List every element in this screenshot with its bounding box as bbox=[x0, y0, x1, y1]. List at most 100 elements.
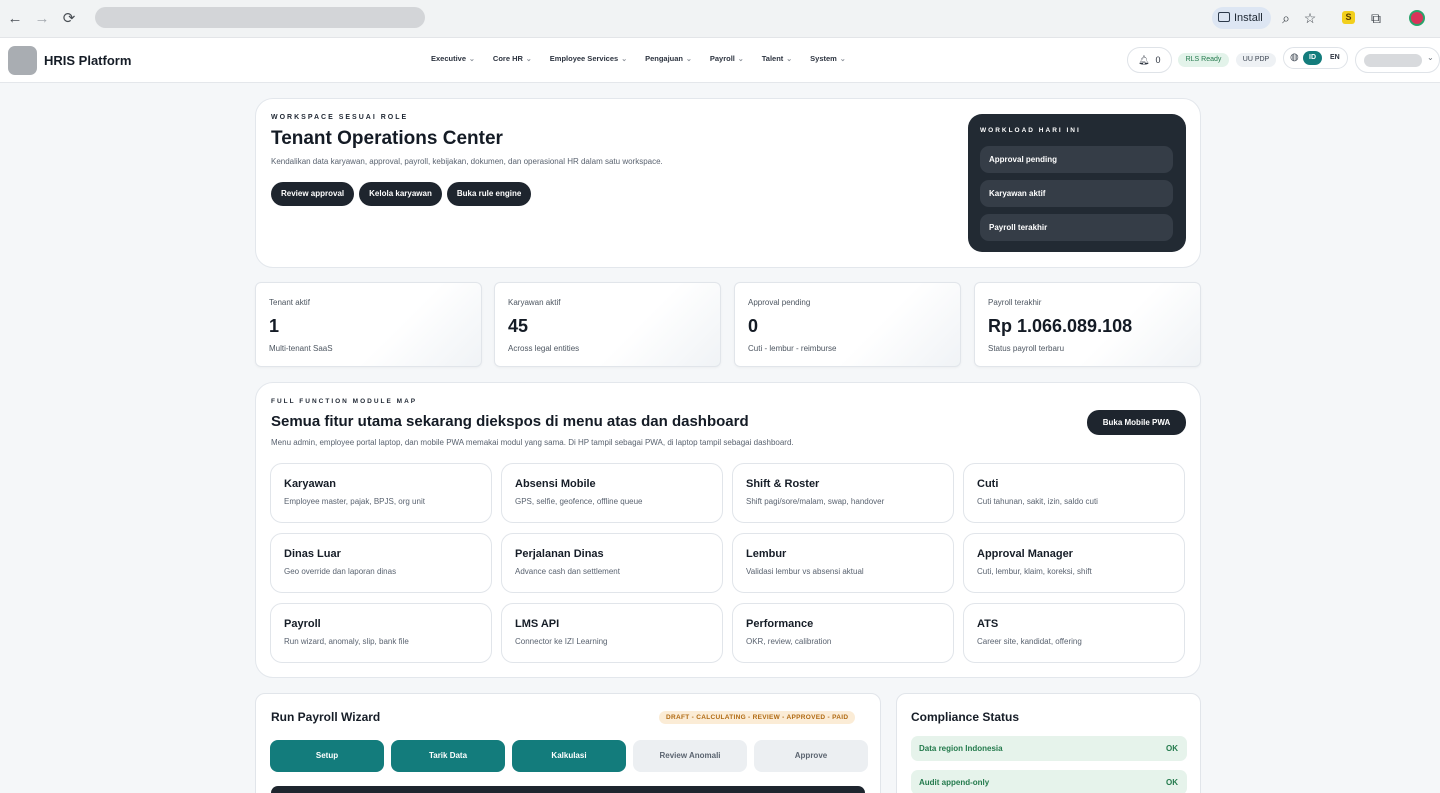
language-switcher: ◍ ID EN bbox=[1283, 47, 1348, 69]
module-title: Absensi Mobile bbox=[515, 478, 596, 490]
user-menu[interactable]: ⌄ bbox=[1355, 47, 1440, 73]
module-sub: OKR, review, calibration bbox=[746, 637, 832, 646]
module-title: ATS bbox=[977, 618, 999, 630]
step-kalkulasi[interactable]: Kalkulasi bbox=[512, 740, 626, 772]
module-title: Performance bbox=[746, 618, 814, 630]
module-card-absensi[interactable]: Absensi Mobile GPS, selfie, geofence, off… bbox=[501, 463, 723, 523]
nav-label: Pengajuan bbox=[645, 54, 683, 63]
step-review-anomali[interactable]: Review Anomali bbox=[633, 740, 747, 772]
star-icon[interactable]: ☆ bbox=[1301, 9, 1319, 27]
chevron-down-icon: ⌄ bbox=[839, 55, 846, 63]
nav-employee-services[interactable]: Employee Services ⌄ bbox=[550, 54, 627, 63]
workload-item[interactable]: Approval pending bbox=[980, 146, 1173, 173]
module-sub: Geo override dan laporan dinas bbox=[284, 567, 397, 576]
module-card-payroll[interactable]: Payroll Run wizard, anomaly, slip, bank f… bbox=[270, 603, 492, 663]
address-bar[interactable] bbox=[95, 7, 425, 28]
stat-value: 1 bbox=[269, 316, 280, 336]
install-label: Install bbox=[1234, 12, 1263, 24]
module-card-perjalanan-dinas[interactable]: Perjalanan Dinas Advance cash dan settlem… bbox=[501, 533, 723, 593]
nav-talent[interactable]: Talent ⌄ bbox=[762, 54, 792, 63]
notification-button[interactable]: 🔔︎ 0 bbox=[1127, 47, 1172, 73]
module-title: Karyawan bbox=[284, 478, 336, 490]
module-card-karyawan[interactable]: Karyawan Employee master, pajak, BPJS, or… bbox=[270, 463, 492, 523]
install-icon bbox=[1218, 12, 1230, 22]
nav-payroll[interactable]: Payroll ⌄ bbox=[710, 54, 744, 63]
module-sub: Run wizard, anomaly, slip, bank file bbox=[284, 637, 409, 646]
nav-executive[interactable]: Executive ⌄ bbox=[431, 54, 475, 63]
app-header: HRIS Platform Executive ⌄ Core HR ⌄ Employ… bbox=[0, 38, 1440, 83]
rule-engine-button[interactable]: Buka rule engine bbox=[446, 182, 532, 206]
logo[interactable] bbox=[8, 46, 37, 75]
module-map-eyebrow: FULL FUNCTION MODULE MAP bbox=[271, 398, 418, 405]
nav-core-hr[interactable]: Core HR ⌄ bbox=[493, 54, 532, 63]
step-tarik-data[interactable]: Tarik Data bbox=[391, 740, 505, 772]
install-button[interactable]: Install bbox=[1212, 7, 1271, 29]
step-approve[interactable]: Approve bbox=[754, 740, 868, 772]
compliance-row: Data region Indonesia OK bbox=[911, 736, 1187, 761]
module-title: Payroll bbox=[284, 618, 321, 630]
module-card-dinas-luar[interactable]: Dinas Luar Geo override dan laporan dinas bbox=[270, 533, 492, 593]
globe-icon: ◍ bbox=[1290, 52, 1299, 63]
nav-label: Employee Services bbox=[549, 54, 619, 63]
nav-system[interactable]: System ⌄ bbox=[810, 54, 846, 63]
nav-label: Payroll bbox=[709, 54, 735, 63]
module-card-shift[interactable]: Shift & Roster Shift pagi/sore/malam, swa… bbox=[732, 463, 954, 523]
module-title: Approval Manager bbox=[977, 548, 1073, 560]
wizard-title: Run Payroll Wizard bbox=[271, 710, 381, 724]
lang-en-button[interactable]: EN bbox=[1330, 51, 1340, 65]
module-card-approval-manager[interactable]: Approval Manager Cuti, lembur, klaim, kor… bbox=[963, 533, 1185, 593]
hero-eyebrow: WORKSPACE SESUAI ROLE bbox=[271, 114, 409, 121]
brand-name[interactable]: HRIS Platform bbox=[44, 53, 131, 68]
back-icon[interactable]: ← bbox=[5, 9, 25, 29]
bell-icon: 🔔︎ bbox=[1138, 55, 1150, 65]
review-approval-button[interactable]: Review approval bbox=[271, 182, 355, 206]
wizard-steps: Setup Tarik Data Kalkulasi Review Anomal… bbox=[270, 740, 868, 772]
module-title: Lembur bbox=[746, 548, 787, 560]
compliance-label: Data region Indonesia bbox=[919, 744, 1003, 753]
user-name-placeholder bbox=[1364, 54, 1422, 67]
zoom-icon[interactable]: ⌕ bbox=[1277, 9, 1295, 27]
stat-card-approval: Approval pending 0 Cuti - lembur - reimb… bbox=[734, 282, 961, 367]
nav-label: Executive bbox=[431, 54, 467, 63]
module-card-cuti[interactable]: Cuti Cuti tahunan, sakit, izin, saldo cut… bbox=[963, 463, 1185, 523]
module-map-card: FULL FUNCTION MODULE MAP Semua fitur uta… bbox=[255, 382, 1201, 678]
mobile-pwa-button[interactable]: Buka Mobile PWA bbox=[1087, 410, 1186, 435]
extension-icon[interactable]: S bbox=[1342, 11, 1355, 24]
module-sub: Connector ke IZI Learning bbox=[515, 637, 608, 646]
module-title: Perjalanan Dinas bbox=[515, 548, 604, 560]
module-card-ats[interactable]: ATS Career site, kandidat, offering bbox=[963, 603, 1185, 663]
stat-sub: Cuti - lembur - reimburse bbox=[748, 344, 837, 353]
stat-value: 45 bbox=[508, 316, 529, 336]
module-sub: Career site, kandidat, offering bbox=[977, 637, 1082, 646]
kelola-karyawan-button[interactable]: Kelola karyawan bbox=[359, 182, 442, 206]
nav-label: System bbox=[810, 54, 837, 63]
module-card-lembur[interactable]: Lembur Validasi lembur vs absensi aktual bbox=[732, 533, 954, 593]
extensions-puzzle-icon[interactable]: ⧉ bbox=[1367, 9, 1385, 27]
stat-label: Approval pending bbox=[748, 298, 811, 307]
module-grid: Karyawan Employee master, pajak, BPJS, or… bbox=[270, 463, 1185, 663]
hero-description: Kendalikan data karyawan, approval, payr… bbox=[271, 157, 663, 166]
stat-card-karyawan: Karyawan aktif 45 Across legal entities bbox=[494, 282, 721, 367]
module-sub: Shift pagi/sore/malam, swap, handover bbox=[746, 497, 885, 506]
stat-value: 0 bbox=[748, 316, 759, 336]
module-card-performance[interactable]: Performance OKR, review, calibration bbox=[732, 603, 954, 663]
workload-eyebrow: WORKLOAD HARI INI bbox=[980, 127, 1081, 134]
module-title: LMS API bbox=[515, 618, 560, 630]
pdp-badge: UU PDP bbox=[1236, 53, 1276, 67]
nav-pengajuan[interactable]: Pengajuan ⌄ bbox=[645, 54, 692, 63]
workload-item[interactable]: Payroll terakhir bbox=[980, 214, 1173, 241]
module-sub: Validasi lembur vs absensi aktual bbox=[746, 567, 864, 576]
module-sub: Cuti tahunan, sakit, izin, saldo cuti bbox=[977, 497, 1098, 506]
step-setup[interactable]: Setup bbox=[270, 740, 384, 772]
hero-card: WORKSPACE SESUAI ROLE Tenant Operations … bbox=[255, 98, 1201, 268]
lang-id-button[interactable]: ID bbox=[1303, 51, 1322, 65]
module-card-lms[interactable]: LMS API Connector ke IZI Learning bbox=[501, 603, 723, 663]
browser-toolbar: ← → ⟳ Install ⌕ ☆ S ⧉ bbox=[0, 0, 1440, 38]
workload-item[interactable]: Karyawan aktif bbox=[980, 180, 1173, 207]
profile-avatar[interactable] bbox=[1409, 10, 1425, 26]
compliance-status: OK bbox=[1166, 744, 1178, 753]
compliance-row: Audit append-only OK bbox=[911, 770, 1187, 793]
chevron-down-icon: ⌄ bbox=[786, 55, 793, 63]
forward-icon[interactable]: → bbox=[32, 9, 52, 29]
reload-icon[interactable]: ⟳ bbox=[59, 9, 79, 29]
